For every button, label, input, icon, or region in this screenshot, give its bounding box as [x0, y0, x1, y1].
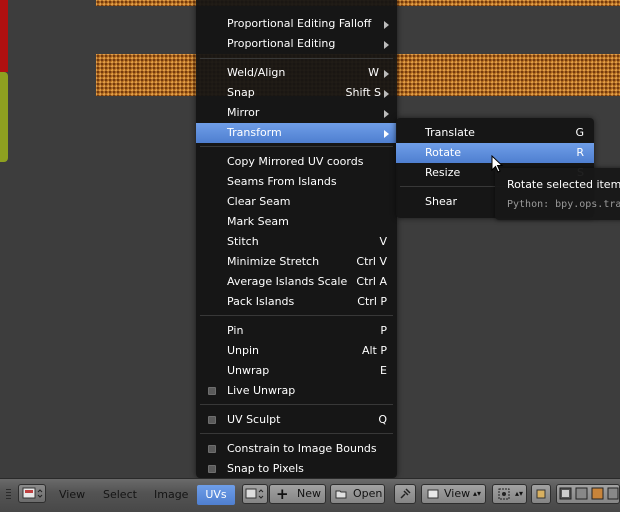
menu-item-constrain-to-image-bounds[interactable]: Constrain to Image Bounds — [196, 439, 397, 459]
menu-item-copy-mirrored-uv-coords[interactable]: Copy Mirrored UV coords — [196, 152, 397, 172]
uvs-menu-button[interactable]: UVs — [197, 485, 235, 505]
image-browse-icon — [245, 488, 264, 499]
submenu-arrow-icon — [384, 41, 389, 49]
checkbox-icon[interactable] — [208, 416, 216, 424]
menu-separator — [200, 58, 393, 59]
pin-icon — [400, 488, 411, 499]
menu-item-transform[interactable]: Transform — [196, 123, 397, 143]
uvs-menu: Proportional Editing Falloff Proportiona… — [196, 0, 397, 478]
image-editor-icon — [22, 487, 43, 499]
image-green-region — [0, 72, 8, 162]
menu-separator — [200, 404, 393, 405]
menu-item-clear-seam[interactable]: Clear Seam — [196, 192, 397, 212]
menu-item-proportional-editing-falloff[interactable]: Proportional Editing Falloff — [196, 14, 397, 34]
rotate-tooltip: Rotate selected items Python: bpy.ops.tr… — [495, 168, 620, 220]
menu-item-stitch[interactable]: Stitch V — [196, 232, 397, 252]
tooltip-title: Rotate selected items — [507, 178, 620, 191]
menu-separator — [200, 146, 393, 147]
menu-item-average-islands-scale[interactable]: Average Islands Scale Ctrl A — [196, 272, 397, 292]
uv-select-mode-icon — [559, 487, 619, 500]
menu-separator — [200, 315, 393, 316]
submenu-arrow-icon — [384, 130, 389, 138]
plus-icon: + — [276, 485, 289, 503]
editor-type-selector[interactable] — [18, 484, 46, 503]
select-menu[interactable]: Select — [103, 485, 137, 505]
image-red-region — [0, 0, 8, 72]
tooltip-python: Python: bpy.ops.tra — [507, 199, 620, 210]
selection-sync-icon — [536, 489, 546, 499]
menu-item-snap-to-pixels[interactable]: Snap to Pixels — [196, 459, 397, 479]
new-image-button[interactable]: + New — [269, 484, 326, 504]
image-view-icon — [427, 489, 439, 499]
open-image-button[interactable]: Open — [330, 484, 385, 504]
updown-arrow-icon: ▴▾ — [514, 489, 523, 498]
menu-item-pin[interactable]: Pin P — [196, 321, 397, 341]
selection-mode-buttons[interactable] — [556, 484, 620, 504]
menu-item-proportional-editing[interactable]: Proportional Editing — [196, 34, 397, 54]
submenu-arrow-icon — [384, 110, 389, 118]
view-menu[interactable]: View — [59, 485, 85, 505]
checkbox-icon[interactable] — [208, 387, 216, 395]
menu-item-translate[interactable]: Translate G — [396, 123, 594, 143]
checkbox-icon[interactable] — [208, 445, 216, 453]
image-menu[interactable]: Image — [154, 485, 188, 505]
updown-arrow-icon: ▴▾ — [472, 489, 481, 498]
folder-icon — [335, 490, 347, 499]
browse-image-dropdown[interactable] — [242, 484, 268, 504]
menu-item-snap[interactable]: Snap Shift S — [196, 83, 397, 103]
pin-image-button[interactable] — [394, 484, 416, 504]
menu-item-seams-from-islands[interactable]: Seams From Islands — [196, 172, 397, 192]
view-mode-dropdown[interactable]: View ▴▾ — [421, 484, 486, 504]
menu-item-live-unwrap[interactable]: Live Unwrap — [196, 381, 397, 401]
checkbox-icon[interactable] — [208, 465, 216, 473]
menu-separator — [200, 433, 393, 434]
menu-item-mirror[interactable]: Mirror — [196, 103, 397, 123]
header-grip-icon[interactable] — [6, 489, 11, 501]
sticky-selection-button[interactable] — [531, 484, 551, 504]
submenu-arrow-icon — [384, 21, 389, 29]
pivot-icon — [498, 488, 510, 500]
menu-item-pack-islands[interactable]: Pack Islands Ctrl P — [196, 292, 397, 312]
menu-item-unpin[interactable]: Unpin Alt P — [196, 341, 397, 361]
menu-item-partial[interactable] — [227, 0, 263, 2]
menu-item-uv-sculpt[interactable]: UV Sculpt Q — [196, 410, 397, 430]
pivot-point-dropdown[interactable]: ▴▾ — [492, 484, 527, 504]
submenu-arrow-icon — [384, 70, 389, 78]
menu-item-weld-align[interactable]: Weld/Align W — [196, 63, 397, 83]
menu-item-minimize-stretch[interactable]: Minimize Stretch Ctrl V — [196, 252, 397, 272]
submenu-arrow-icon — [384, 90, 389, 98]
menu-item-unwrap[interactable]: Unwrap E — [196, 361, 397, 381]
mouse-pointer-icon — [491, 155, 504, 173]
image-editor-header: View Select Image UVs + New Open View ▴▾ — [0, 478, 620, 512]
menu-item-mark-seam[interactable]: Mark Seam — [196, 212, 397, 232]
